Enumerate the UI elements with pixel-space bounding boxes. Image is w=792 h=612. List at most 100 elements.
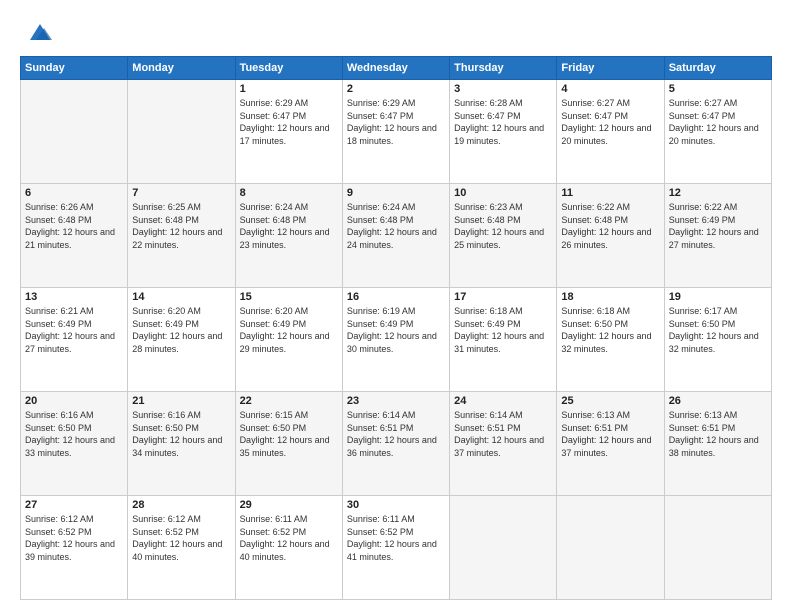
day-number: 17 [454,291,552,303]
calendar-week-1: 1Sunrise: 6:29 AMSunset: 6:47 PMDaylight… [21,80,772,184]
day-header-monday: Monday [128,57,235,80]
calendar-day-3: 3Sunrise: 6:28 AMSunset: 6:47 PMDaylight… [450,80,557,184]
calendar-day-17: 17 Sunrise: 6:18 AMSunset: 6:49 PMDayligh… [450,288,557,392]
calendar-day-5: 5 Sunrise: 6:27 AMSunset: 6:47 PMDaylight… [664,80,771,184]
day-info: Sunrise: 6:17 AMSunset: 6:50 PMDaylight:… [669,305,767,355]
calendar: SundayMondayTuesdayWednesdayThursdayFrid… [20,56,772,600]
day-number: 2 [347,83,445,95]
page: SundayMondayTuesdayWednesdayThursdayFrid… [0,0,792,612]
day-info: Sunrise: 6:18 AMSunset: 6:49 PMDaylight:… [454,305,552,355]
day-header-saturday: Saturday [664,57,771,80]
calendar-day-6: 6 Sunrise: 6:26 AMSunset: 6:48 PMDaylight… [21,184,128,288]
day-number: 26 [669,395,767,407]
day-number: 19 [669,291,767,303]
day-info: Sunrise: 6:26 AMSunset: 6:48 PMDaylight:… [25,201,123,251]
calendar-day-29: 29 Sunrise: 6:11 AMSunset: 6:52 PMDayligh… [235,496,342,600]
day-info: Sunrise: 6:13 AMSunset: 6:51 PMDaylight:… [669,409,767,459]
calendar-day-26: 26 Sunrise: 6:13 AMSunset: 6:51 PMDayligh… [664,392,771,496]
day-header-wednesday: Wednesday [342,57,449,80]
calendar-day-23: 23Sunrise: 6:14 AMSunset: 6:51 PMDayligh… [342,392,449,496]
calendar-day-1: 1Sunrise: 6:29 AMSunset: 6:47 PMDaylight… [235,80,342,184]
day-header-tuesday: Tuesday [235,57,342,80]
calendar-day-15: 15Sunrise: 6:20 AMSunset: 6:49 PMDayligh… [235,288,342,392]
empty-cell [557,496,664,600]
day-number: 5 [669,83,767,95]
day-info: Sunrise: 6:22 AMSunset: 6:49 PMDaylight:… [669,201,767,251]
day-number: 27 [25,499,123,511]
empty-cell [450,496,557,600]
calendar-day-14: 14 Sunrise: 6:20 AMSunset: 6:49 PMDayligh… [128,288,235,392]
calendar-day-28: 28 Sunrise: 6:12 AMSunset: 6:52 PMDayligh… [128,496,235,600]
day-number: 25 [561,395,659,407]
calendar-week-3: 13 Sunrise: 6:21 AMSunset: 6:49 PMDayligh… [21,288,772,392]
calendar-day-9: 9 Sunrise: 6:24 AMSunset: 6:48 PMDaylight… [342,184,449,288]
logo [20,18,54,46]
empty-cell [21,80,128,184]
day-number: 13 [25,291,123,303]
calendar-day-12: 12 Sunrise: 6:22 AMSunset: 6:49 PMDayligh… [664,184,771,288]
calendar-day-13: 13 Sunrise: 6:21 AMSunset: 6:49 PMDayligh… [21,288,128,392]
day-info: Sunrise: 6:21 AMSunset: 6:49 PMDaylight:… [25,305,123,355]
day-number: 7 [132,187,230,199]
logo-icon [26,18,54,46]
calendar-day-24: 24 Sunrise: 6:14 AMSunset: 6:51 PMDayligh… [450,392,557,496]
calendar-day-2: 2Sunrise: 6:29 AMSunset: 6:47 PMDaylight… [342,80,449,184]
day-info: Sunrise: 6:11 AMSunset: 6:52 PMDaylight:… [240,513,338,563]
calendar-day-20: 20 Sunrise: 6:16 AMSunset: 6:50 PMDayligh… [21,392,128,496]
day-info: Sunrise: 6:27 AMSunset: 6:47 PMDaylight:… [669,97,767,147]
day-number: 16 [347,291,445,303]
calendar-header-row: SundayMondayTuesdayWednesdayThursdayFrid… [21,57,772,80]
calendar-day-16: 16 Sunrise: 6:19 AMSunset: 6:49 PMDayligh… [342,288,449,392]
day-info: Sunrise: 6:16 AMSunset: 6:50 PMDaylight:… [25,409,123,459]
day-number: 30 [347,499,445,511]
header [20,18,772,46]
day-info: Sunrise: 6:24 AMSunset: 6:48 PMDaylight:… [347,201,445,251]
day-info: Sunrise: 6:16 AMSunset: 6:50 PMDaylight:… [132,409,230,459]
day-number: 29 [240,499,338,511]
day-header-thursday: Thursday [450,57,557,80]
day-info: Sunrise: 6:20 AMSunset: 6:49 PMDaylight:… [132,305,230,355]
calendar-day-22: 22 Sunrise: 6:15 AMSunset: 6:50 PMDayligh… [235,392,342,496]
day-info: Sunrise: 6:13 AMSunset: 6:51 PMDaylight:… [561,409,659,459]
day-number: 28 [132,499,230,511]
day-number: 14 [132,291,230,303]
calendar-day-4: 4 Sunrise: 6:27 AMSunset: 6:47 PMDaylight… [557,80,664,184]
day-info: Sunrise: 6:22 AMSunset: 6:48 PMDaylight:… [561,201,659,251]
calendar-day-21: 21Sunrise: 6:16 AMSunset: 6:50 PMDayligh… [128,392,235,496]
day-number: 23 [347,395,445,407]
day-info: Sunrise: 6:23 AMSunset: 6:48 PMDaylight:… [454,201,552,251]
calendar-day-18: 18 Sunrise: 6:18 AMSunset: 6:50 PMDayligh… [557,288,664,392]
day-info: Sunrise: 6:29 AMSunset: 6:47 PMDaylight:… [240,97,338,147]
day-number: 20 [25,395,123,407]
day-number: 22 [240,395,338,407]
day-header-sunday: Sunday [21,57,128,80]
calendar-week-4: 20 Sunrise: 6:16 AMSunset: 6:50 PMDayligh… [21,392,772,496]
day-info: Sunrise: 6:19 AMSunset: 6:49 PMDaylight:… [347,305,445,355]
calendar-day-19: 19 Sunrise: 6:17 AMSunset: 6:50 PMDayligh… [664,288,771,392]
calendar-day-25: 25 Sunrise: 6:13 AMSunset: 6:51 PMDayligh… [557,392,664,496]
day-header-friday: Friday [557,57,664,80]
day-info: Sunrise: 6:24 AMSunset: 6:48 PMDaylight:… [240,201,338,251]
day-info: Sunrise: 6:14 AMSunset: 6:51 PMDaylight:… [454,409,552,459]
day-info: Sunrise: 6:12 AMSunset: 6:52 PMDaylight:… [132,513,230,563]
day-info: Sunrise: 6:25 AMSunset: 6:48 PMDaylight:… [132,201,230,251]
day-info: Sunrise: 6:15 AMSunset: 6:50 PMDaylight:… [240,409,338,459]
calendar-day-27: 27 Sunrise: 6:12 AMSunset: 6:52 PMDayligh… [21,496,128,600]
day-number: 4 [561,83,659,95]
day-info: Sunrise: 6:11 AMSunset: 6:52 PMDaylight:… [347,513,445,563]
day-number: 18 [561,291,659,303]
day-number: 12 [669,187,767,199]
day-number: 6 [25,187,123,199]
day-info: Sunrise: 6:12 AMSunset: 6:52 PMDaylight:… [25,513,123,563]
calendar-day-11: 11Sunrise: 6:22 AMSunset: 6:48 PMDayligh… [557,184,664,288]
calendar-day-8: 8Sunrise: 6:24 AMSunset: 6:48 PMDaylight… [235,184,342,288]
day-number: 10 [454,187,552,199]
day-number: 24 [454,395,552,407]
day-info: Sunrise: 6:27 AMSunset: 6:47 PMDaylight:… [561,97,659,147]
empty-cell [128,80,235,184]
calendar-week-2: 6 Sunrise: 6:26 AMSunset: 6:48 PMDaylight… [21,184,772,288]
calendar-week-5: 27 Sunrise: 6:12 AMSunset: 6:52 PMDayligh… [21,496,772,600]
calendar-day-30: 30 Sunrise: 6:11 AMSunset: 6:52 PMDayligh… [342,496,449,600]
day-info: Sunrise: 6:18 AMSunset: 6:50 PMDaylight:… [561,305,659,355]
day-number: 9 [347,187,445,199]
